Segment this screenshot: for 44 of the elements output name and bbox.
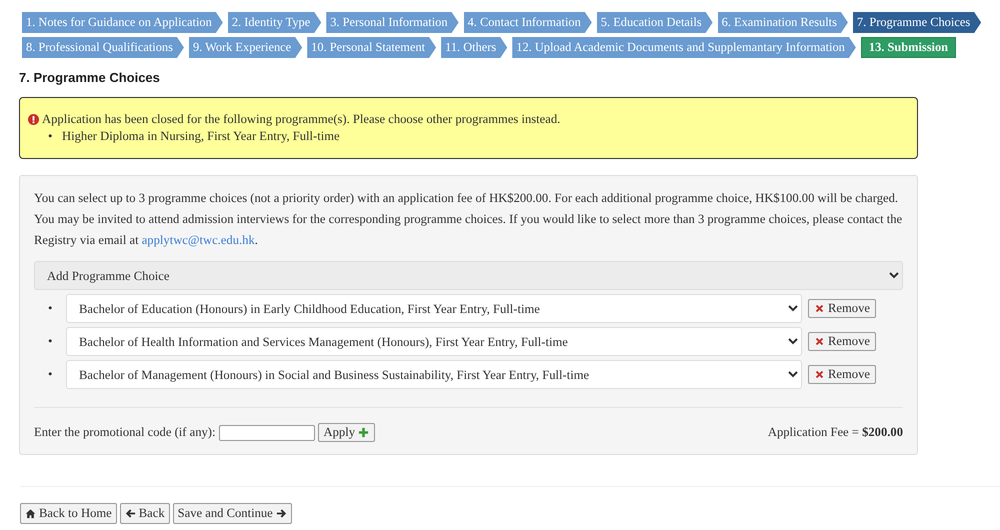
back-button[interactable]: Back: [120, 503, 170, 524]
programme-select[interactable]: Bachelor of Management (Honours) in Social and Business Sustainability, First Year Entry, Full-time: [66, 360, 802, 389]
cross-icon: [814, 336, 825, 347]
add-programme-select[interactable]: Add Programme Choice: [34, 261, 903, 290]
programme-select[interactable]: Bachelor of Health Information and Services Management (Honours), First Year Entry, Full-time: [66, 327, 802, 356]
alert-message: Application has been closed for the following programme(s). Please choose other programmes instead.: [42, 112, 560, 127]
submission-tab[interactable]: 13. Submission: [860, 37, 956, 58]
step-tab[interactable]: 12. Upload Academic Documents and Supplemantary Information: [512, 37, 856, 58]
left-arrow-icon: [124, 508, 136, 519]
promo-label: Enter the promotional code (if any):: [34, 425, 216, 440]
bullet: •: [48, 301, 54, 316]
cross-icon: [814, 303, 825, 314]
section-heading: 7. Programme Choices: [19, 70, 161, 85]
bullet: •: [48, 367, 54, 382]
email-link[interactable]: applytwc@twc.edu.hk: [142, 233, 255, 247]
back-to-home-button[interactable]: Back to Home: [20, 503, 117, 524]
right-arrow-icon: [276, 508, 287, 519]
step-tab[interactable]: 2. Identity Type: [228, 12, 322, 33]
apply-button[interactable]: Apply: [318, 423, 375, 442]
home-icon: [25, 508, 36, 519]
step-tab[interactable]: 5. Education Details: [596, 12, 713, 33]
remove-button[interactable]: Remove: [808, 332, 876, 351]
remove-button[interactable]: Remove: [808, 299, 876, 318]
exclamation-icon: [28, 114, 39, 125]
step-tab[interactable]: 10. Personal Statement: [307, 37, 436, 58]
remove-button[interactable]: Remove: [808, 365, 876, 384]
step-tab[interactable]: 6. Examination Results: [718, 12, 848, 33]
step-tab[interactable]: 8. Professional Qualifications: [22, 37, 184, 58]
cross-icon: [814, 369, 825, 380]
promo-code-field[interactable]: [218, 424, 314, 440]
intro-text: You can select up to 3 programme choices (not a priority order) with an application fee of HK$200.00. For each additional programme choice, HK$100.00 will be charged. You may be invited to attend admission interviews for the corresponding programme choices. If you would like to select more than 3 programme choices, please contact the Registry via email at applytwc@twc.edu.hk.: [34, 190, 903, 249]
step-tab[interactable]: 9. Work Experience: [188, 37, 302, 58]
bullet: •: [48, 129, 54, 144]
application-fee: Application Fee = $200.00: [768, 425, 903, 440]
step-tab[interactable]: 11. Others: [441, 37, 508, 58]
programme-select[interactable]: Bachelor of Education (Honours) in Early Childhood Education, First Year Entry, Full-time: [66, 294, 802, 323]
step-tab[interactable]: 7. Programme Choices: [852, 12, 982, 33]
step-tab[interactable]: 3. Personal Information: [326, 12, 459, 33]
step-tab[interactable]: 1. Notes for Guidance on Application: [22, 12, 223, 33]
plus-icon: [358, 427, 369, 438]
bullet: •: [48, 334, 54, 349]
step-tab[interactable]: 4. Contact Information: [464, 12, 592, 33]
save-and-continue-button[interactable]: Save and Continue: [172, 503, 292, 524]
closed-programme: Higher Diploma in Nursing, First Year Entry, Full-time: [62, 129, 340, 144]
